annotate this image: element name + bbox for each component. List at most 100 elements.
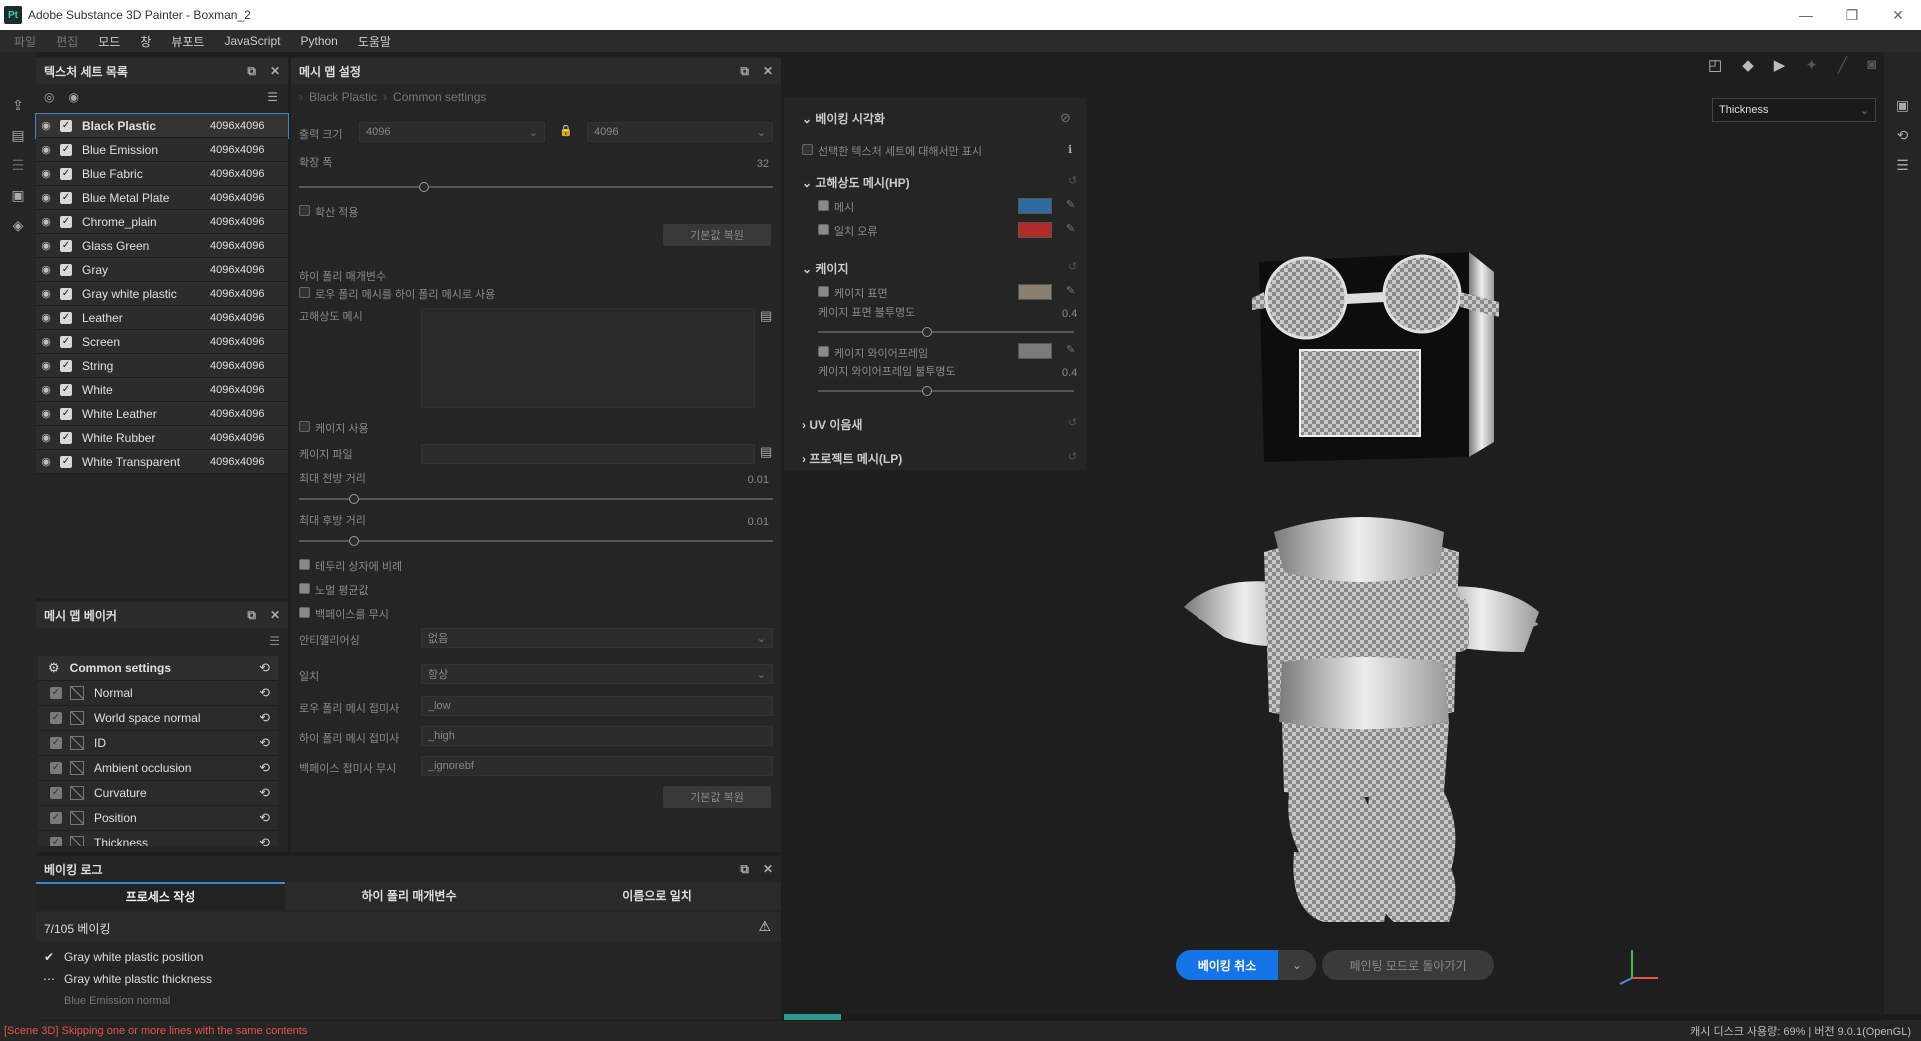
lock-icon[interactable]: 🔒 bbox=[559, 124, 573, 137]
eyedropper-icon[interactable]: ✎ bbox=[1066, 284, 1075, 297]
checkbox[interactable]: ✓ bbox=[60, 239, 72, 252]
eyedropper-icon[interactable]: ✎ bbox=[1066, 222, 1075, 235]
cage-surface-slider[interactable] bbox=[818, 327, 1074, 337]
close-icon[interactable]: ✕ bbox=[270, 608, 280, 622]
float-icon[interactable]: ⧉ bbox=[247, 64, 256, 79]
eye-icon[interactable]: ◉ bbox=[39, 335, 53, 348]
cage-file-icon[interactable]: ▤ bbox=[760, 444, 772, 460]
mesh-checkbox[interactable] bbox=[818, 200, 829, 211]
eye-icon[interactable]: ◉ bbox=[39, 143, 53, 156]
avg-normals-checkbox[interactable] bbox=[299, 583, 310, 594]
checkbox[interactable]: ✓ bbox=[60, 119, 72, 132]
antialias-select[interactable]: 없음 ⌄ bbox=[421, 628, 773, 648]
menu-icon[interactable]: ☰ bbox=[267, 90, 278, 104]
checkbox[interactable]: ✓ bbox=[60, 311, 72, 324]
max-front-knob[interactable] bbox=[349, 494, 359, 504]
bake-options-dropdown[interactable]: ⌄ bbox=[1278, 950, 1316, 980]
link-icon[interactable]: ⟲ bbox=[259, 835, 270, 846]
texture-set-row[interactable]: ◉ ✓ String 4096x4096 bbox=[36, 354, 288, 378]
checkbox[interactable]: ✓ bbox=[60, 455, 72, 468]
breadcrumb-texture-set[interactable]: Black Plastic bbox=[309, 90, 377, 104]
eye-icon[interactable]: ◉ bbox=[68, 90, 78, 104]
eyedropper-icon[interactable]: ✎ bbox=[1066, 343, 1075, 356]
apply-diffusion-checkbox[interactable] bbox=[299, 205, 310, 216]
checkbox[interactable]: ✓ bbox=[60, 143, 72, 156]
close-icon[interactable]: ✕ bbox=[270, 64, 280, 78]
reset-icon[interactable]: ↺ bbox=[1068, 450, 1077, 463]
output-width-select[interactable]: 4096 ⌄ bbox=[359, 122, 545, 142]
return-paint-mode-button[interactable]: 페인팅 모드로 돌아가기 bbox=[1322, 950, 1494, 980]
eye-icon[interactable]: ◉ bbox=[39, 383, 53, 396]
texture-set-row[interactable]: ◉ ✓ Screen 4096x4096 bbox=[36, 330, 288, 354]
reset-icon[interactable]: ↺ bbox=[1068, 416, 1077, 429]
baker-row[interactable]: ⚙ Common settings ⟲ bbox=[38, 656, 278, 682]
bf-suffix-field[interactable]: _ignorebf bbox=[421, 756, 773, 776]
texture-set-row[interactable]: ◉ ✓ White Rubber 4096x4096 bbox=[36, 426, 288, 450]
link-icon[interactable]: ⟲ bbox=[259, 735, 270, 751]
cancel-bake-button[interactable]: 베이킹 취소 bbox=[1176, 950, 1278, 980]
checkbox[interactable]: ✓ bbox=[60, 431, 72, 444]
reset-icon[interactable]: ↺ bbox=[1068, 260, 1077, 273]
filter-icon[interactable]: ☰ bbox=[269, 634, 280, 648]
history-icon[interactable]: ⟲ bbox=[1884, 120, 1921, 150]
eye-icon[interactable]: ◉ bbox=[39, 119, 53, 132]
eye-icon[interactable]: ◉ bbox=[39, 239, 53, 252]
texture-set-row[interactable]: ◉ ✓ White 4096x4096 bbox=[36, 378, 288, 402]
link-icon[interactable]: ⟲ bbox=[259, 710, 270, 726]
uv-seams-heading[interactable]: › UV 이음새 bbox=[802, 416, 862, 433]
max-front-slider[interactable] bbox=[299, 494, 773, 504]
cube-icon[interactable]: ◆ bbox=[1742, 56, 1754, 74]
menu-mode[interactable]: 모드 bbox=[88, 33, 130, 50]
close-icon[interactable]: ✕ bbox=[763, 64, 773, 78]
baker-row[interactable]: ✓ Position ⟲ bbox=[38, 806, 278, 831]
breadcrumb-common[interactable]: Common settings bbox=[393, 90, 486, 104]
close-icon[interactable]: ✕ bbox=[763, 862, 773, 876]
checkbox[interactable]: ✓ bbox=[50, 737, 62, 749]
eye-icon[interactable]: ◉ bbox=[39, 287, 53, 300]
eye-icon[interactable]: ◉ bbox=[39, 311, 53, 324]
add-file-icon[interactable]: ▤ bbox=[760, 308, 772, 324]
checkbox[interactable]: ✓ bbox=[50, 837, 62, 846]
checkbox[interactable]: ✓ bbox=[60, 191, 72, 204]
cage-surface-color-swatch[interactable] bbox=[1018, 284, 1052, 300]
menu-window[interactable]: 창 bbox=[130, 33, 161, 50]
link-icon[interactable]: ⟲ bbox=[259, 660, 270, 676]
texture-set-row[interactable]: ◉ ✓ Gray 4096x4096 bbox=[36, 258, 288, 282]
eye-icon[interactable]: ◉ bbox=[39, 263, 53, 276]
brush-icon[interactable]: ╱ bbox=[1838, 56, 1847, 74]
texture-set-icon[interactable]: ▤ bbox=[0, 120, 36, 150]
bake-viz-heading[interactable]: ⌄ 베이킹 시각화 bbox=[802, 110, 885, 127]
float-icon[interactable]: ⧉ bbox=[247, 608, 256, 623]
texture-set-row[interactable]: ◉ ✓ White Transparent 4096x4096 bbox=[36, 450, 288, 474]
cage-wire-knob[interactable] bbox=[922, 386, 932, 396]
checkbox[interactable]: ✓ bbox=[60, 407, 72, 420]
checkbox[interactable]: ✓ bbox=[50, 762, 62, 774]
baker-row[interactable]: ✓ Normal ⟲ bbox=[38, 681, 278, 706]
link-icon[interactable]: ⟲ bbox=[259, 785, 270, 801]
dilation-slider[interactable] bbox=[299, 182, 773, 192]
video-camera-icon[interactable]: ▶ bbox=[1774, 56, 1786, 74]
reset-defaults-button-2[interactable]: 기본값 복원 bbox=[663, 786, 771, 808]
checkbox[interactable]: ✓ bbox=[50, 712, 62, 724]
match-select[interactable]: 항상 ⌄ bbox=[421, 664, 773, 684]
viewer-settings-icon[interactable]: ▣ bbox=[1884, 90, 1921, 120]
projected-mesh-heading[interactable]: › 프로젝트 메시(LP) bbox=[802, 450, 902, 467]
eye-icon[interactable]: ◉ bbox=[39, 191, 53, 204]
texture-set-row[interactable]: ◉ ✓ Leather 4096x4096 bbox=[36, 306, 288, 330]
cage-surface-checkbox[interactable] bbox=[818, 286, 829, 297]
output-height-select[interactable]: 4096 ⌄ bbox=[587, 122, 773, 142]
tab-hp-params[interactable]: 하이 폴리 매개변수 bbox=[285, 882, 533, 910]
baker-row[interactable]: ✓ Ambient occlusion ⟲ bbox=[38, 756, 278, 781]
baker-row[interactable]: ✓ Thickness ⟲ bbox=[38, 831, 278, 846]
light-icon[interactable]: ✦ bbox=[1805, 56, 1818, 74]
info-icon[interactable]: ℹ bbox=[1068, 143, 1072, 156]
texture-set-row[interactable]: ◉ ✓ Chrome_plain 4096x4096 bbox=[36, 210, 288, 234]
texture-set-row[interactable]: ◉ ✓ Blue Emission 4096x4096 bbox=[36, 138, 288, 162]
menu-edit[interactable]: 편집 bbox=[46, 33, 88, 50]
warning-icon[interactable]: ⚠ bbox=[758, 918, 771, 935]
texture-set-row[interactable]: ◉ ✓ Blue Fabric 4096x4096 bbox=[36, 162, 288, 186]
checkbox[interactable]: ✓ bbox=[60, 287, 72, 300]
visibility-toggle-icon[interactable]: ◎ bbox=[44, 90, 54, 104]
tab-match-by-name[interactable]: 이름으로 일치 bbox=[533, 882, 781, 910]
max-rear-slider[interactable] bbox=[299, 536, 773, 546]
